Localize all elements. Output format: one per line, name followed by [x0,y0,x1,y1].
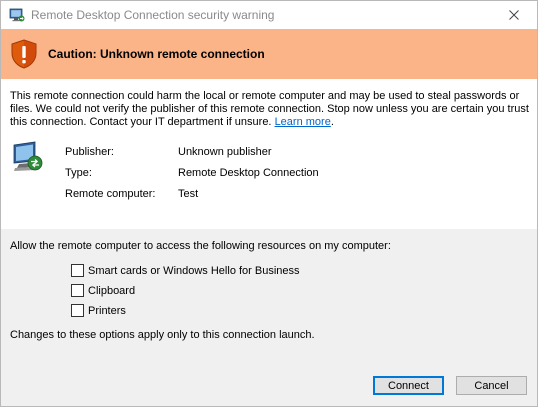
security-warning-dialog: Remote Desktop Connection security warni… [0,0,538,407]
close-icon [509,10,519,20]
warning-shield-icon [11,39,37,69]
printers-label: Printers [88,304,126,317]
caution-title: Caution: Unknown remote connection [48,47,265,61]
learn-more-link[interactable]: Learn more [275,116,331,128]
clipboard-option[interactable]: Clipboard [71,284,135,297]
clipboard-checkbox[interactable] [71,284,84,297]
printers-checkbox[interactable] [71,304,84,317]
close-button[interactable] [491,1,537,29]
warning-message: This remote connection could harm the lo… [10,90,530,129]
remote-computer-value: Test [178,188,199,200]
changes-note: Changes to these options apply only to t… [10,329,315,341]
remote-computer-icon [13,141,43,171]
title-bar: Remote Desktop Connection security warni… [1,1,537,29]
window-title: Remote Desktop Connection security warni… [31,8,275,22]
remote-computer-label: Remote computer: [65,188,156,200]
remote-desktop-icon [9,8,25,22]
publisher-label: Publisher: [65,146,114,158]
clipboard-label: Clipboard [88,284,136,297]
printers-option[interactable]: Printers [71,304,126,317]
type-label: Type: [65,167,92,179]
warning-text: This remote connection could harm the lo… [10,90,529,128]
smart-cards-label: Smart cards or Windows Hello for Busines… [88,264,300,277]
smart-cards-checkbox[interactable] [71,264,84,277]
connection-details: This remote connection could harm the lo… [1,79,537,229]
smart-cards-option[interactable]: Smart cards or Windows Hello for Busines… [71,264,300,277]
resources-label: Allow the remote computer to access the … [10,240,391,252]
link-suffix: . [330,116,334,128]
type-value: Remote Desktop Connection [178,167,319,179]
publisher-value: Unknown publisher [178,146,272,158]
connect-button[interactable]: Connect [373,376,444,395]
cancel-button[interactable]: Cancel [456,376,527,395]
caution-banner: Caution: Unknown remote connection [1,29,537,79]
